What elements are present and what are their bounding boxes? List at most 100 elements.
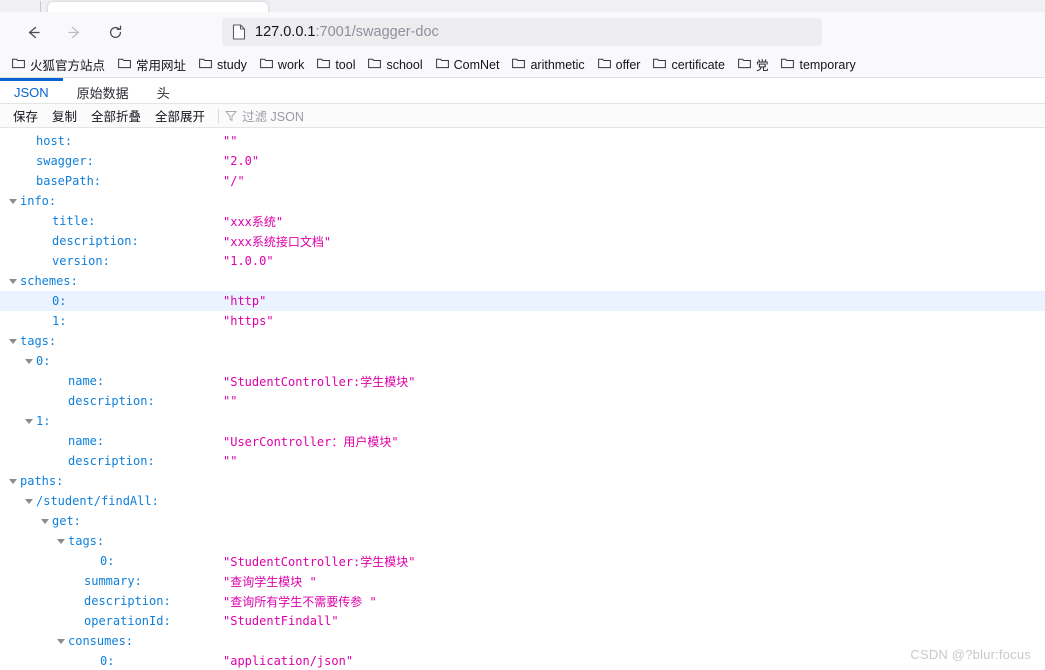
json-value: "xxx系统接口文档" [223,234,332,249]
json-key: 0: [100,554,115,568]
disclosure-triangle-icon[interactable] [40,511,50,531]
json-row[interactable]: description: "" [0,451,1045,471]
bookmark-item[interactable]: arithmetic [506,55,590,74]
json-row[interactable]: summary: "查询学生模块 " [0,571,1045,591]
json-row[interactable]: 0: [0,351,1045,371]
folder-icon [368,58,382,69]
json-row[interactable]: title: "xxx系统" [0,211,1045,231]
viewer-tab-headers[interactable]: 头 [143,78,184,103]
back-button[interactable] [18,17,48,47]
json-row[interactable]: description: "xxx系统接口文档" [0,231,1045,251]
folder-icon [118,58,131,69]
json-row[interactable]: 0: "http" [0,291,1045,311]
json-row[interactable]: version: "1.0.0" [0,251,1045,271]
disclosure-triangle-icon[interactable] [24,351,34,371]
json-key: host: [36,134,73,148]
json-row[interactable]: 1: "https" [0,311,1045,331]
watermark: CSDN @?blur:focus [910,647,1031,662]
json-key: info: [20,194,57,208]
json-row[interactable]: operationId: "StudentFindall" [0,611,1045,631]
json-row[interactable]: /student/findAll: [0,491,1045,511]
bookmark-label: temporary [799,57,856,72]
json-row[interactable]: paths: [0,471,1045,491]
json-row[interactable]: name: "UserController：用户模块" [0,431,1045,451]
json-row[interactable]: basePath: "/" [0,171,1045,191]
json-viewer-toolbar: 保存 复制 全部折叠 全部展开 过滤 JSON [0,104,1045,128]
json-row[interactable]: schemes: [0,271,1045,291]
bookmark-label: 火狐官方站点 [30,59,106,73]
disclosure-triangle-icon[interactable] [8,331,18,351]
bookmark-item[interactable]: 常用网址 [112,53,192,76]
bookmark-item[interactable]: 党 [732,53,775,76]
json-key: tags: [68,534,105,548]
json-key: description: [52,234,139,248]
disclosure-triangle-icon[interactable] [24,411,34,431]
disclosure-triangle-icon[interactable] [8,191,18,211]
disclosure-triangle-icon[interactable] [8,271,18,291]
json-row[interactable]: host: "" [0,131,1045,151]
json-row[interactable]: 1: [0,411,1045,431]
forward-button[interactable] [59,17,89,47]
json-value: "https" [223,314,274,328]
json-row[interactable]: swagger: "2.0" [0,151,1045,171]
bookmark-item[interactable]: 火狐官方站点 [6,53,111,76]
json-key: description: [68,454,155,468]
bookmark-item[interactable]: study [193,55,253,74]
json-row[interactable]: name: "StudentController:学生模块" [0,371,1045,391]
reload-button[interactable] [100,17,130,47]
json-row[interactable]: description: "查询所有学生不需要传参 " [0,591,1045,611]
folder-icon [260,58,273,69]
viewer-tab-json[interactable]: JSON [0,78,63,103]
json-row[interactable]: get: [0,511,1045,531]
bookmark-label: 党 [755,59,769,73]
disclosure-triangle-icon[interactable] [8,471,18,491]
bookmark-item[interactable]: work [254,55,310,74]
save-button[interactable]: 保存 [6,105,45,126]
url-text: 127.0.0.1:7001/swagger-doc [255,24,439,40]
disclosure-triangle-icon[interactable] [56,631,66,651]
filter-json-input[interactable]: 过滤 JSON [225,106,304,125]
folder-icon [738,58,751,69]
bookmark-label: study [217,57,247,72]
json-value: "2.0" [223,154,260,168]
json-key: 0: [36,354,51,368]
expand-all-button[interactable]: 全部展开 [148,105,212,126]
bookmark-item[interactable]: ComNet [430,55,506,74]
collapse-all-button[interactable]: 全部折叠 [84,105,148,126]
folder-icon [199,58,212,69]
json-key: basePath: [36,174,102,188]
json-key: version: [52,254,110,268]
bookmark-item[interactable]: school [362,55,428,74]
bookmark-item[interactable]: tool [311,55,361,74]
json-key: name: [68,434,105,448]
browser-tab[interactable] [48,2,268,12]
json-key: description: [84,594,171,608]
funnel-icon [225,110,238,121]
json-value: "StudentController:学生模块" [223,374,416,389]
toolbar-divider [218,108,220,123]
bookmark-item[interactable]: offer [592,55,647,74]
bookmark-label: work [277,57,305,72]
disclosure-triangle-icon[interactable] [24,491,34,511]
copy-button[interactable]: 复制 [45,105,84,126]
json-row[interactable]: 0: "StudentController:学生模块" [0,551,1045,571]
json-row[interactable]: tags: [0,331,1045,351]
disclosure-triangle-icon[interactable] [56,531,66,551]
json-row[interactable]: consumes: [0,631,1045,651]
bookmark-item[interactable]: temporary [775,55,861,74]
back-arrow-icon [28,26,40,38]
json-key: 0: [52,294,67,308]
json-row[interactable]: tags: [0,531,1045,551]
json-row[interactable]: info: [0,191,1045,211]
json-row[interactable]: description: "" [0,391,1045,411]
folder-icon [781,58,795,69]
json-key: schemes: [20,274,78,288]
folder-icon [653,58,667,69]
address-bar[interactable]: 127.0.0.1:7001/swagger-doc [222,18,822,46]
viewer-tab-raw[interactable]: 原始数据 [63,78,143,103]
bookmark-label: arithmetic [530,57,585,72]
json-tree[interactable]: host: "" swagger: "2.0" basePath: "/" info: tit… [0,128,1045,670]
bookmark-item[interactable]: certificate [647,55,731,74]
json-key: summary: [84,574,142,588]
json-row[interactable]: 0: "application/json" [0,651,1045,670]
